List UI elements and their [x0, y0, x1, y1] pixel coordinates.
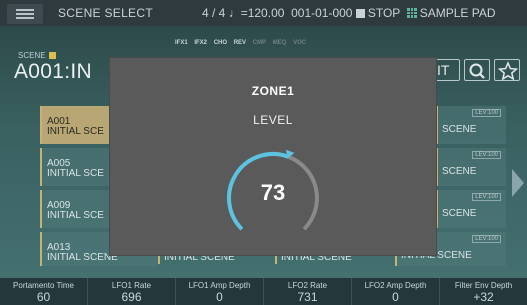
edit-button[interactable]: IT	[432, 59, 460, 81]
menu-button[interactable]	[7, 4, 43, 24]
next-page-arrow-icon[interactable]	[512, 169, 524, 197]
level-dialog: ZONE1 LEVEL 73	[110, 58, 436, 255]
sample-pad-icon	[406, 8, 417, 18]
parameter-bar: Portamento Time 60 LFO1 Rate 696 LFO1 Am…	[0, 278, 527, 305]
scene-cell-right-1[interactable]: LEV:100 SCENE	[436, 106, 506, 144]
effect-indicators: IFX1 IFX2 CHO REV CMP MEQ VOC	[175, 40, 311, 46]
star-icon	[497, 61, 519, 81]
menu-icon	[16, 9, 34, 11]
param-lfo1-rate[interactable]: LFO1 Rate 696	[88, 278, 176, 305]
dialog-value: 73	[260, 180, 286, 205]
time-signature: 4 / 4	[202, 6, 226, 20]
fx-voc: VOC	[293, 40, 307, 46]
transport-state: STOP	[367, 6, 401, 20]
param-lfo2-amp-depth[interactable]: LFO2 Amp Depth 0	[352, 278, 440, 305]
dialog-parameter-name: LEVEL	[253, 113, 293, 127]
top-bar: SCENE SELECT 4 / 4 ♩=120.00 001-01-000 S…	[0, 0, 527, 26]
favorite-button[interactable]	[494, 59, 520, 81]
scene-cell-right-3[interactable]: LEV:100 SCENE	[436, 190, 506, 228]
scene-cell-right-2[interactable]: LEV:100 SCENE	[436, 148, 506, 186]
stop-icon	[355, 9, 365, 18]
song-position: 001-01-000	[291, 6, 353, 20]
fx-meq: MEQ	[272, 40, 287, 46]
fx-ifx1: IFX1	[175, 40, 188, 46]
screen-title: SCENE SELECT	[58, 6, 153, 20]
fx-rev: REV	[233, 40, 247, 46]
transport-status: 4 / 4 ♩=120.00 001-01-000 STOP SAMPLE PA…	[202, 6, 496, 20]
param-filter-env-depth[interactable]: Filter Env Depth +32	[440, 278, 527, 305]
param-portamento-time[interactable]: Portamento Time 60	[0, 278, 88, 305]
search-button[interactable]	[464, 59, 490, 81]
fx-ifx2: IFX2	[194, 40, 208, 46]
tempo[interactable]: ♩=120.00	[229, 6, 285, 20]
dialog-zone-title: ZONE1	[251, 84, 295, 98]
scene-cell-a001[interactable]: A001 INITIAL SCE	[40, 106, 112, 144]
param-lfo2-rate[interactable]: LFO2 Rate 731	[264, 278, 352, 305]
fx-cmp: CMP	[252, 40, 267, 46]
current-scene-name[interactable]: A001:IN	[14, 60, 92, 84]
scene-label: SCENE	[18, 51, 56, 60]
scene-cell-a009[interactable]: A009 INITIAL SCE	[40, 190, 112, 228]
scene-indicator-icon	[48, 52, 56, 59]
search-icon	[469, 63, 485, 79]
scene-cell-a005[interactable]: A005 INITIAL SCE	[40, 148, 112, 186]
fx-cho: CHO	[213, 40, 228, 46]
sample-pad-button[interactable]: SAMPLE PAD	[420, 6, 496, 20]
param-lfo1-amp-depth[interactable]: LFO1 Amp Depth 0	[176, 278, 264, 305]
